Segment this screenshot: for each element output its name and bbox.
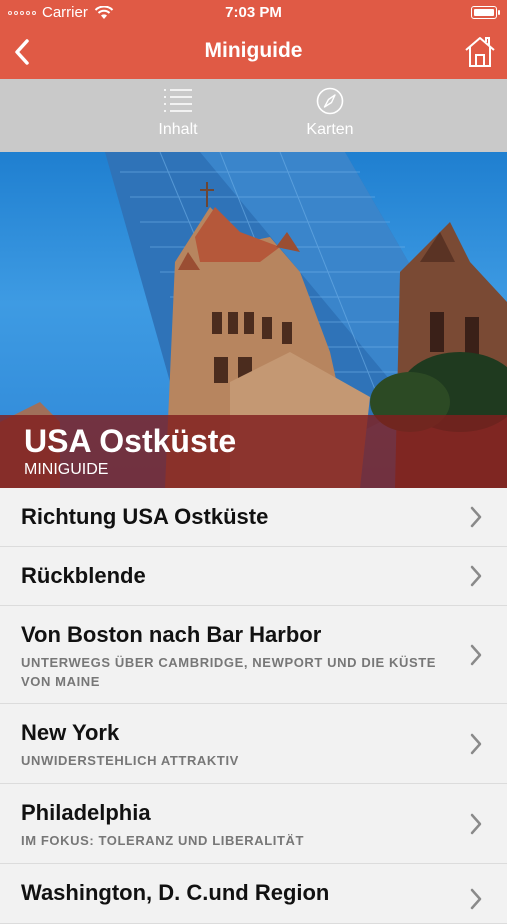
list-item[interactable]: Von Boston nach Bar Harbor UNTERWEGS ÜBE…	[0, 606, 507, 704]
list-item[interactable]: New York UNWIDERSTEHLICH ATTRAKTIV	[0, 704, 507, 784]
status-time: 7:03 PM	[225, 4, 282, 21]
chevron-right-icon	[470, 733, 482, 755]
list-item-title: New York	[21, 720, 120, 745]
chevron-right-icon	[470, 644, 482, 666]
list-item[interactable]: Rückblende	[0, 547, 507, 606]
tab-karten-label: Karten	[306, 121, 354, 138]
chevron-right-icon	[470, 565, 482, 587]
battery-icon	[471, 6, 500, 19]
list-item-title: Rückblende	[21, 563, 146, 588]
tab-inhalt[interactable]: Inhalt	[138, 87, 218, 139]
list-item-subtitle: IM FOKUS: TOLERANZ UND LIBERALITÄT	[21, 833, 305, 848]
hero-banner: USA Ostküste MINIGUIDE	[0, 152, 507, 488]
home-icon	[465, 37, 495, 67]
compass-icon	[316, 87, 344, 115]
tab-inhalt-label: Inhalt	[158, 121, 198, 138]
chevron-right-icon	[470, 506, 482, 528]
chevron-right-icon	[470, 813, 482, 835]
status-bar: Carrier 7:03 PM	[0, 0, 507, 26]
list-item-title: Richtung USA Ostküste	[21, 504, 269, 529]
page-title: Miniguide	[204, 39, 303, 62]
list-item[interactable]: Richtung USA Ostküste	[0, 488, 507, 547]
list-item-subtitle: UNWIDERSTEHLICH ATTRAKTIV	[21, 753, 239, 768]
list-icon	[164, 89, 192, 112]
chapter-list: Richtung USA Ostküste Rückblende Von Bos…	[0, 488, 507, 924]
list-item-title: Philadelphia	[21, 800, 151, 825]
hero-title: USA Ostküste	[24, 423, 237, 459]
list-item-title: Von Boston nach Bar Harbor	[21, 622, 322, 647]
hero-subtitle: MINIGUIDE	[24, 461, 109, 478]
chevron-right-icon	[470, 888, 482, 910]
list-item[interactable]: Washington, D. C.und Region	[0, 864, 507, 924]
tab-karten[interactable]: Karten	[290, 87, 370, 139]
hero-caption: USA Ostküste MINIGUIDE	[0, 415, 507, 488]
home-button[interactable]	[463, 35, 497, 69]
tab-bar: Inhalt Karten	[0, 79, 507, 152]
navigation-bar: Miniguide	[0, 26, 507, 79]
list-item[interactable]: Philadelphia IM FOKUS: TOLERANZ UND LIBE…	[0, 784, 507, 864]
list-item-subtitle: UNTERWEGS ÜBER CAMBRIDGE, NEWPORT UND DI…	[21, 655, 437, 689]
list-item-title: Washington, D. C.und Region	[21, 880, 330, 905]
